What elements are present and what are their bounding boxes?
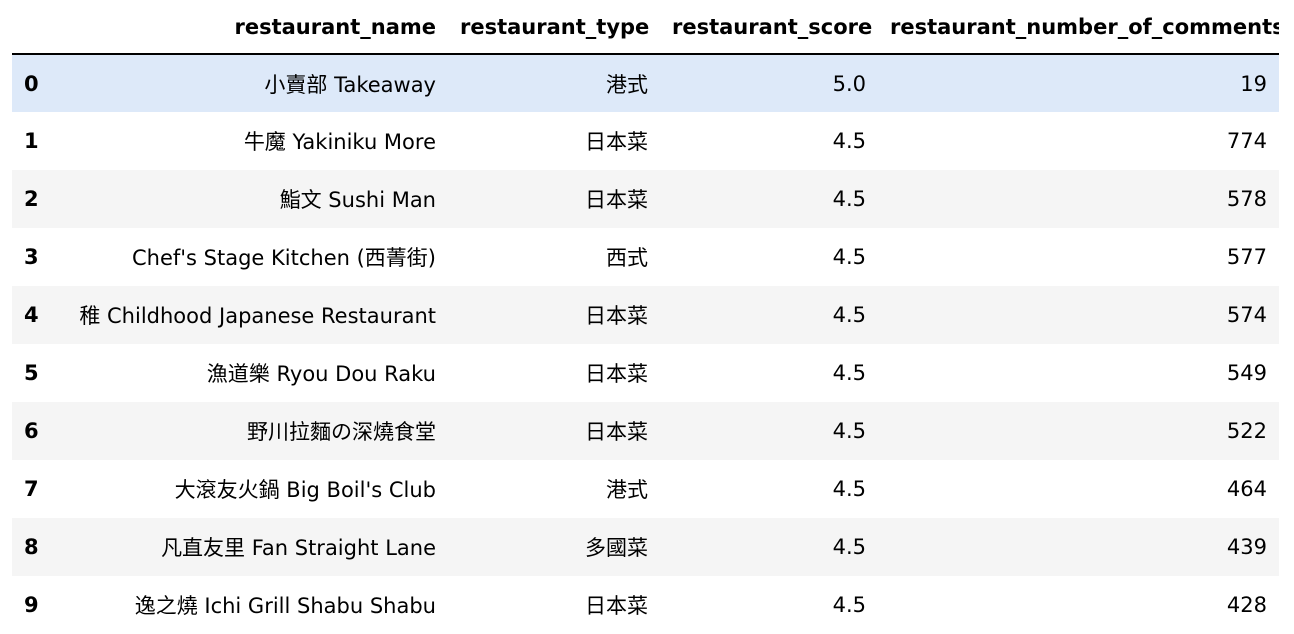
table-row[interactable]: 8 凡直友里 Fan Straight Lane 多國菜 4.5 439 <box>12 518 1279 576</box>
table-header: restaurant_name restaurant_type restaura… <box>12 0 1279 55</box>
cell-restaurant-number-of-comments: 578 <box>1226 187 1267 211</box>
cell-restaurant-number-of-comments: 549 <box>1226 361 1267 385</box>
cell-restaurant-score: 4.5 <box>832 129 866 153</box>
cell-restaurant-type: 日本菜 <box>585 188 648 212</box>
table-row[interactable]: 6 野川拉麵の深燒食堂 日本菜 4.5 522 <box>12 402 1279 460</box>
cell-restaurant-number-of-comments: 428 <box>1226 593 1267 617</box>
cell-restaurant-type: 多國菜 <box>585 536 648 560</box>
cell-restaurant-type: 日本菜 <box>585 362 648 386</box>
table-row[interactable]: 7 大滾友火鍋 Big Boil's Club 港式 4.5 464 <box>12 460 1279 518</box>
row-index: 6 <box>24 419 39 443</box>
cell-restaurant-type: 日本菜 <box>585 594 648 618</box>
row-index: 4 <box>24 303 39 327</box>
cell-restaurant-type: 日本菜 <box>585 420 648 444</box>
cell-restaurant-type: 日本菜 <box>585 304 648 328</box>
cell-restaurant-number-of-comments: 522 <box>1226 419 1267 443</box>
table-row[interactable]: 3 Chef's Stage Kitchen (西菁街) 西式 4.5 577 <box>12 228 1279 286</box>
cell-restaurant-number-of-comments: 774 <box>1226 129 1267 153</box>
cell-restaurant-score: 4.5 <box>832 535 866 559</box>
cell-restaurant-score: 4.5 <box>832 477 866 501</box>
column-header-restaurant-name[interactable]: restaurant_name <box>48 0 448 55</box>
cell-restaurant-number-of-comments: 464 <box>1226 477 1267 501</box>
table-row[interactable]: 0 小賣部 Takeaway 港式 5.0 19 <box>12 54 1279 112</box>
row-index: 1 <box>24 129 39 153</box>
table-body: 0 小賣部 Takeaway 港式 5.0 19 1 牛魔 Yakiniku M… <box>12 54 1279 634</box>
dataframe-table: restaurant_name restaurant_type restaura… <box>12 0 1279 634</box>
cell-restaurant-number-of-comments: 439 <box>1226 535 1267 559</box>
cell-restaurant-number-of-comments: 574 <box>1226 303 1267 327</box>
header-row: restaurant_name restaurant_type restaura… <box>12 0 1279 55</box>
cell-restaurant-name: 逸之燒 Ichi Grill Shabu Shabu <box>134 594 436 618</box>
column-header-restaurant-number-of-comments[interactable]: restaurant_number_of_comments <box>878 0 1279 55</box>
table-row[interactable]: 1 牛魔 Yakiniku More 日本菜 4.5 774 <box>12 112 1279 170</box>
cell-restaurant-name: 凡直友里 Fan Straight Lane <box>161 536 436 560</box>
cell-restaurant-score: 4.5 <box>832 187 866 211</box>
cell-restaurant-type: 西式 <box>606 246 648 270</box>
cell-restaurant-type: 日本菜 <box>585 130 648 154</box>
column-header-restaurant-score[interactable]: restaurant_score <box>660 0 878 55</box>
table-row[interactable]: 2 鮨文 Sushi Man 日本菜 4.5 578 <box>12 170 1279 228</box>
cell-restaurant-name: 大滾友火鍋 Big Boil's Club <box>174 478 436 502</box>
cell-restaurant-score: 5.0 <box>832 71 866 96</box>
cell-restaurant-number-of-comments: 19 <box>1240 71 1267 96</box>
cell-restaurant-score: 4.5 <box>832 245 866 269</box>
table-row[interactable]: 5 漁道樂 Ryou Dou Raku 日本菜 4.5 549 <box>12 344 1279 402</box>
cell-restaurant-name: 漁道樂 Ryou Dou Raku <box>206 362 436 386</box>
row-index: 8 <box>24 535 39 559</box>
cell-restaurant-number-of-comments: 577 <box>1226 245 1267 269</box>
row-index: 3 <box>24 245 39 269</box>
row-index: 0 <box>24 71 39 96</box>
row-index: 5 <box>24 361 39 385</box>
cell-restaurant-score: 4.5 <box>832 593 866 617</box>
dataframe-output: restaurant_name restaurant_type restaura… <box>12 0 1279 634</box>
table-row[interactable]: 4 稚 Childhood Japanese Restaurant 日本菜 4.… <box>12 286 1279 344</box>
cell-restaurant-score: 4.5 <box>832 419 866 443</box>
cell-restaurant-name: 小賣部 Takeaway <box>264 72 436 97</box>
row-index: 2 <box>24 187 39 211</box>
row-index: 9 <box>24 593 39 617</box>
cell-restaurant-score: 4.5 <box>832 361 866 385</box>
cell-restaurant-name: 稚 Childhood Japanese Restaurant <box>79 304 436 328</box>
column-header-restaurant-type[interactable]: restaurant_type <box>448 0 660 55</box>
index-column-header <box>12 0 48 55</box>
cell-restaurant-name: 鮨文 Sushi Man <box>279 188 436 212</box>
cell-restaurant-name: 牛魔 Yakiniku More <box>243 130 436 154</box>
table-row[interactable]: 9 逸之燒 Ichi Grill Shabu Shabu 日本菜 4.5 428 <box>12 576 1279 634</box>
cell-restaurant-name: 野川拉麵の深燒食堂 <box>247 420 436 444</box>
row-index: 7 <box>24 477 39 501</box>
cell-restaurant-name: Chef's Stage Kitchen (西菁街) <box>131 246 436 270</box>
cell-restaurant-score: 4.5 <box>832 303 866 327</box>
cell-restaurant-type: 港式 <box>606 478 648 502</box>
cell-restaurant-type: 港式 <box>606 72 648 97</box>
